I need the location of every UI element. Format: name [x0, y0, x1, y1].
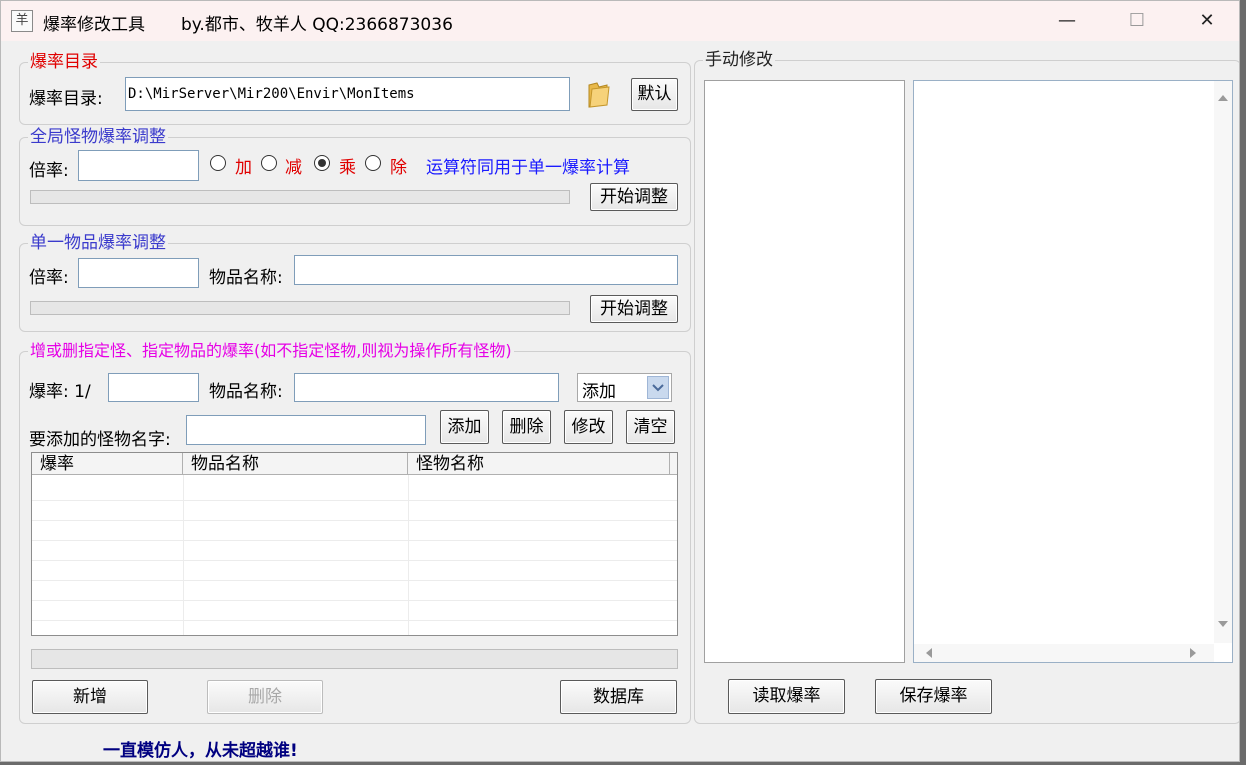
single-item-input[interactable]	[294, 255, 678, 285]
single-item-label: 物品名称:	[209, 268, 283, 288]
radio-add[interactable]	[210, 155, 226, 171]
default-button[interactable]: 默认	[631, 78, 678, 111]
single-rate-input[interactable]	[78, 258, 199, 288]
add-item-input[interactable]	[294, 373, 559, 402]
sheep-icon: 羊	[11, 10, 33, 32]
radio-divide-label: 除	[390, 158, 407, 178]
vertical-scrollbar[interactable]	[1214, 81, 1232, 643]
folder-icon[interactable]	[586, 79, 612, 109]
delete-record-button[interactable]: 删除	[207, 680, 323, 714]
add-progress-bar	[31, 649, 678, 669]
radio-multiply-label: 乘	[339, 158, 356, 178]
monster-list[interactable]	[704, 80, 905, 663]
drop-dir-input[interactable]: D:\MirServer\Mir200\Envir\MonItems	[125, 77, 570, 111]
chevron-down-icon[interactable]	[647, 376, 669, 399]
operator-note: 运算符同用于单一爆率计算	[426, 158, 630, 178]
app-window: 羊 爆率修改工具 by.都市、牧羊人 QQ:2366873036 — ☐ ✕ 爆…	[0, 0, 1240, 762]
global-adjust-legend: 全局怪物爆率调整	[30, 127, 166, 147]
single-progress-bar	[30, 301, 570, 315]
monster-input[interactable]	[186, 415, 426, 445]
global-start-button[interactable]: 开始调整	[590, 183, 678, 211]
modify-button[interactable]: 修改	[564, 410, 613, 444]
global-rate-input[interactable]	[78, 150, 199, 181]
title-bar[interactable]: 羊 爆率修改工具 by.都市、牧羊人 QQ:2366873036 — ☐ ✕	[1, 1, 1239, 41]
horizontal-scrollbar[interactable]	[914, 644, 1214, 662]
database-button[interactable]: 数据库	[560, 680, 677, 714]
grid-line	[32, 560, 677, 561]
col-header-filler	[670, 453, 677, 475]
col-header-item[interactable]: 物品名称	[183, 453, 408, 475]
grid-vline	[408, 475, 409, 635]
single-adjust-legend: 单一物品爆率调整	[30, 233, 166, 253]
footer-slogan: 一直模仿人，从未超越谁!	[103, 741, 298, 761]
maximize-button[interactable]: ☐	[1114, 5, 1160, 37]
minimize-button[interactable]: —	[1044, 5, 1090, 37]
window-subtitle: by.都市、牧羊人 QQ:2366873036	[181, 15, 453, 35]
radio-subtract[interactable]	[261, 155, 277, 171]
drop-dir-label: 爆率目录:	[29, 89, 103, 109]
read-rate-button[interactable]: 读取爆率	[728, 679, 845, 714]
add-button[interactable]: 添加	[440, 410, 489, 444]
action-select-value: 添加	[582, 382, 616, 402]
new-button[interactable]: 新增	[32, 680, 148, 714]
radio-subtract-label: 减	[285, 158, 302, 178]
radio-multiply[interactable]	[314, 155, 330, 171]
drop-dir-legend: 爆率目录	[30, 52, 98, 72]
clear-button[interactable]: 清空	[626, 410, 675, 444]
add-rate-input[interactable]	[108, 373, 199, 402]
global-rate-label: 倍率:	[29, 161, 69, 181]
grid-line	[32, 580, 677, 581]
add-rate-label: 爆率: 1/	[29, 382, 91, 402]
grid-vline	[183, 475, 184, 635]
add-item-label: 物品名称:	[209, 382, 283, 402]
drop-table[interactable]: 爆率 物品名称 怪物名称	[31, 452, 678, 636]
col-header-rate[interactable]: 爆率	[32, 453, 183, 475]
grid-line	[32, 600, 677, 601]
manual-text-area[interactable]	[913, 80, 1233, 663]
single-start-button[interactable]: 开始调整	[590, 295, 678, 323]
window-title: 爆率修改工具	[43, 15, 145, 35]
delete-button[interactable]: 删除	[502, 410, 551, 444]
add-delete-legend: 增或删指定怪、指定物品的爆率(如不指定怪物,则视为操作所有怪物)	[30, 341, 512, 360]
single-rate-label: 倍率:	[29, 268, 69, 288]
grid-line	[32, 620, 677, 621]
action-select[interactable]: 添加	[577, 373, 672, 402]
close-button[interactable]: ✕	[1184, 5, 1230, 37]
save-rate-button[interactable]: 保存爆率	[875, 679, 992, 714]
global-progress-bar	[30, 190, 570, 204]
col-header-monster[interactable]: 怪物名称	[408, 453, 670, 475]
radio-add-label: 加	[235, 158, 252, 178]
manual-legend: 手动修改	[705, 50, 773, 70]
grid-line	[32, 500, 677, 501]
monster-label: 要添加的怪物名字:	[29, 430, 171, 450]
grid-line	[32, 540, 677, 541]
radio-divide[interactable]	[365, 155, 381, 171]
grid-line	[32, 520, 677, 521]
